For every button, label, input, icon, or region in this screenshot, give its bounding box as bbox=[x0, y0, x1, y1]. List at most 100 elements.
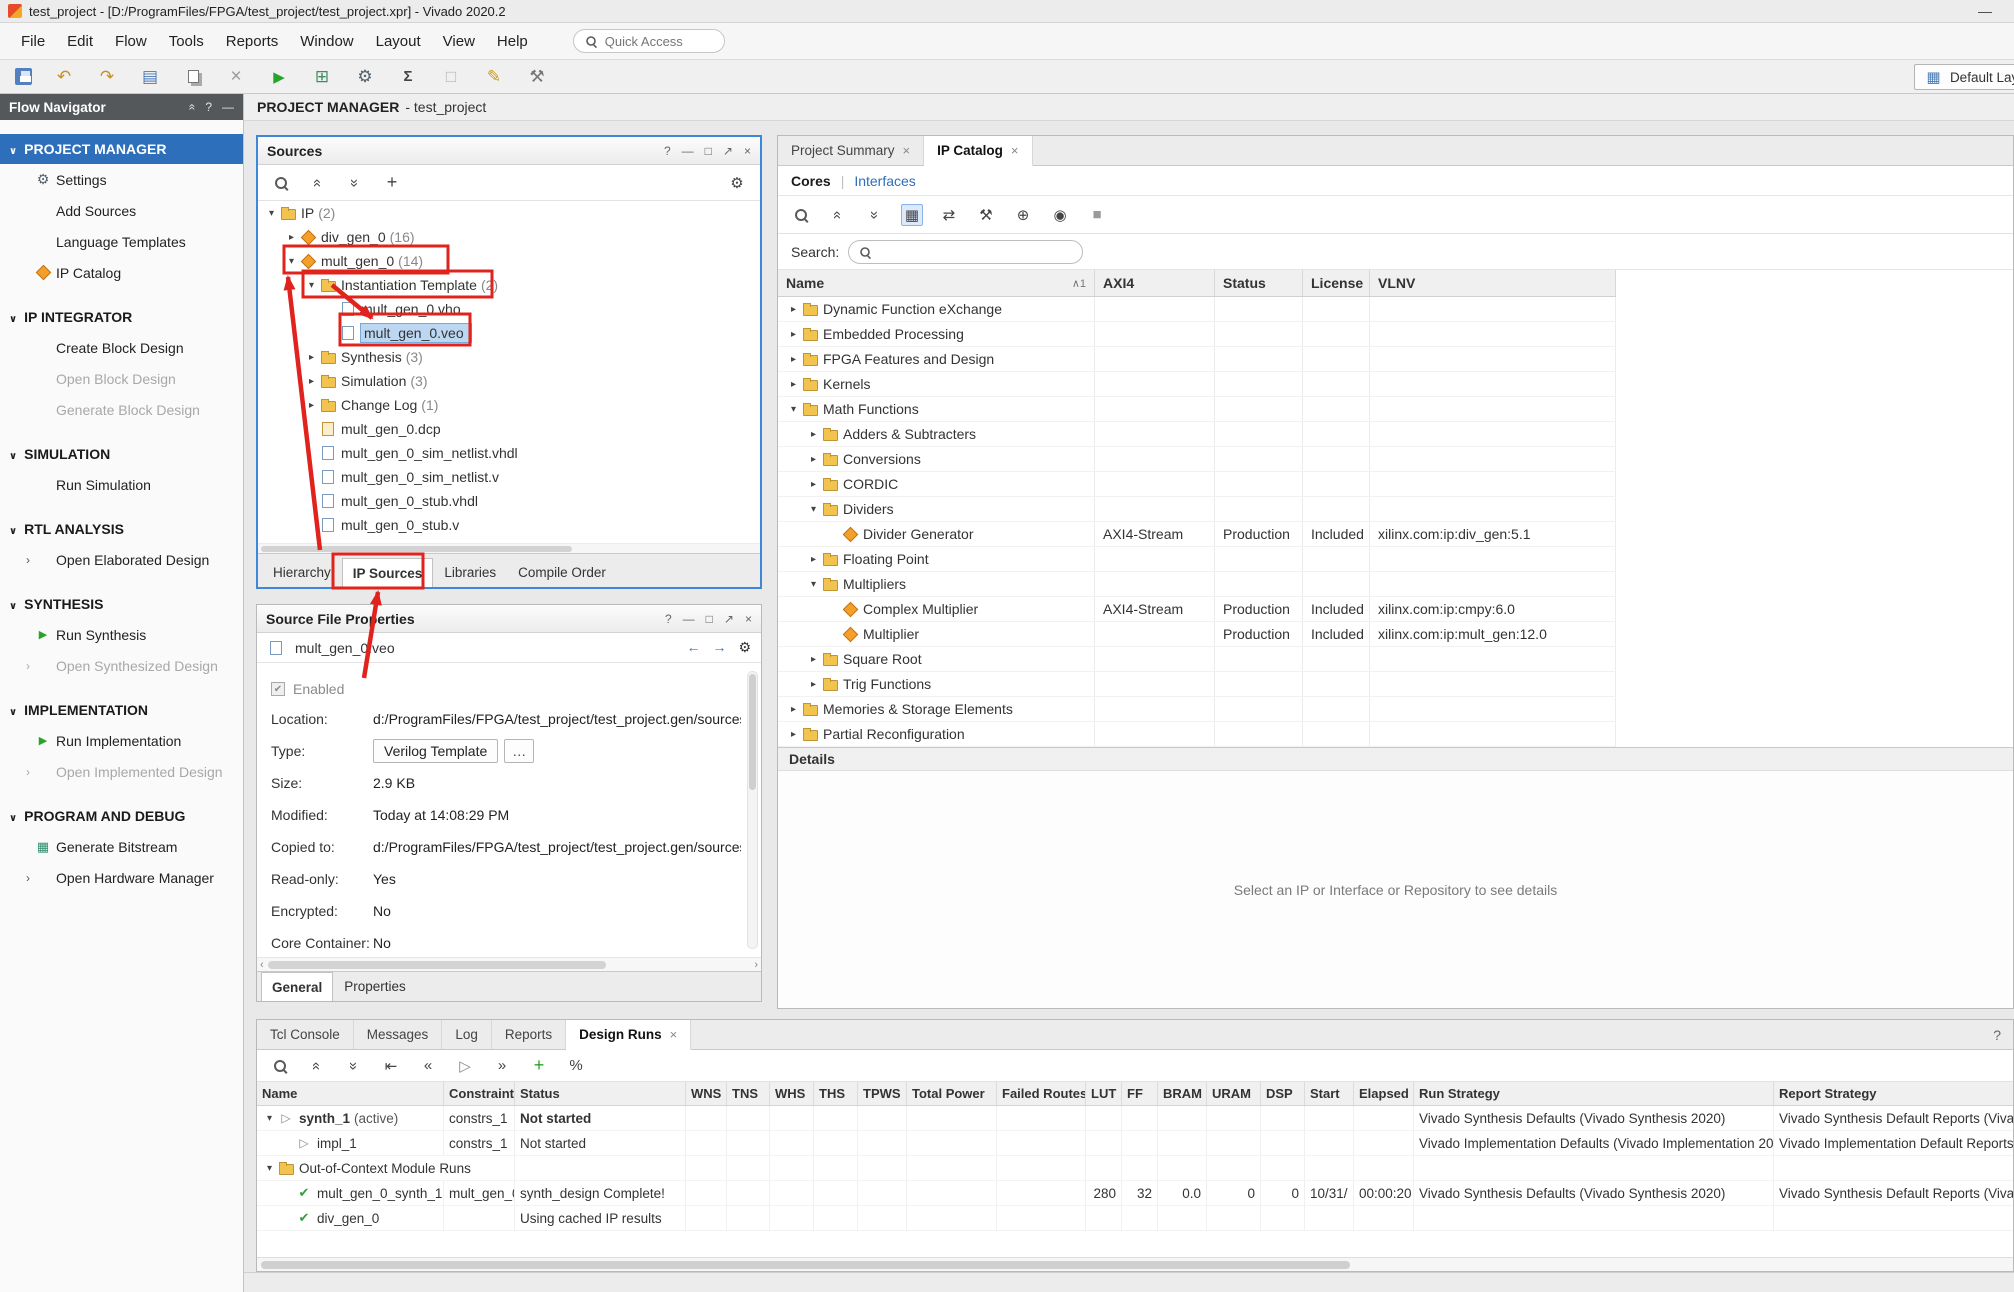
search-icon[interactable] bbox=[273, 175, 289, 191]
tree-expander-icon[interactable]: ▸ bbox=[786, 329, 801, 340]
bottom-tab[interactable]: Tcl Console bbox=[257, 1020, 354, 1049]
sources-settings-icon[interactable] bbox=[726, 172, 748, 194]
panel-help-icon[interactable] bbox=[665, 612, 672, 626]
source-tree-item[interactable]: ▸ Change Log(1) bbox=[258, 393, 760, 417]
delete-icon[interactable] bbox=[225, 66, 247, 88]
tree-expander-icon[interactable]: ▸ bbox=[806, 479, 821, 490]
column-header[interactable]: Constraints bbox=[444, 1082, 515, 1105]
ip-catalog-row[interactable]: Divider Generator AXI4-Stream Production… bbox=[778, 522, 1616, 547]
source-tree-item[interactable]: mult_gen_0_stub.v bbox=[258, 513, 760, 537]
tree-expander-icon[interactable]: ▾ bbox=[262, 1163, 277, 1174]
column-header[interactable]: THS bbox=[814, 1082, 858, 1105]
source-tree-item[interactable]: mult_gen_0_stub.vhdl bbox=[258, 489, 760, 513]
flow-nav-section-header[interactable]: PROJECT MANAGER bbox=[0, 134, 243, 164]
save-icon[interactable] bbox=[15, 68, 32, 85]
column-header-status[interactable]: Status bbox=[1215, 270, 1303, 296]
bottom-tab[interactable]: Messages bbox=[354, 1020, 443, 1049]
ip-catalog-row[interactable]: ▸ Adders & Subtracters bbox=[778, 422, 1616, 447]
column-header-license[interactable]: License bbox=[1303, 270, 1370, 296]
settings-gear-icon[interactable] bbox=[354, 66, 376, 88]
flow-nav-item[interactable]: Open Block Design bbox=[0, 363, 243, 394]
tree-expander-icon[interactable]: ▾ bbox=[284, 256, 299, 267]
minimize-navigator-icon[interactable] bbox=[222, 100, 234, 114]
launch-runs-icon[interactable] bbox=[454, 1055, 476, 1077]
report-icon[interactable] bbox=[139, 66, 161, 88]
source-tree-item[interactable]: ▾ Instantiation Template(2) bbox=[258, 273, 760, 297]
scroll-right-icon[interactable]: › bbox=[754, 959, 758, 971]
panel-close-icon[interactable] bbox=[745, 612, 752, 626]
column-header[interactable]: Failed Routes bbox=[997, 1082, 1086, 1105]
sources-view-tab[interactable]: Libraries bbox=[433, 558, 507, 587]
tree-expander-icon[interactable]: ▸ bbox=[304, 352, 319, 363]
search-icon[interactable] bbox=[793, 207, 809, 223]
tree-expander-icon[interactable]: ▸ bbox=[786, 379, 801, 390]
column-header[interactable]: Total Power bbox=[907, 1082, 997, 1105]
expand-all-icon[interactable] bbox=[344, 172, 366, 194]
close-tab-icon[interactable] bbox=[670, 1027, 678, 1042]
ip-catalog-row[interactable]: ▾ Math Functions bbox=[778, 397, 1616, 422]
collapse-all-icon[interactable] bbox=[307, 172, 329, 194]
panel-close-icon[interactable] bbox=[744, 144, 751, 158]
expand-all-icon[interactable] bbox=[864, 204, 886, 226]
source-tree-item[interactable]: ▸ Synthesis(3) bbox=[258, 345, 760, 369]
column-header[interactable]: Run Strategy bbox=[1414, 1082, 1774, 1105]
flow-nav-item[interactable]: Open Synthesized Design bbox=[0, 650, 243, 681]
bottom-tab[interactable]: Design Runs bbox=[566, 1020, 691, 1050]
scroll-left-icon[interactable]: ‹ bbox=[260, 959, 264, 971]
web-icon[interactable] bbox=[1012, 204, 1034, 226]
flow-nav-section-header[interactable]: RTL ANALYSIS bbox=[0, 514, 243, 544]
close-tab-icon[interactable] bbox=[1011, 143, 1019, 158]
tree-expander-icon[interactable]: ▾ bbox=[304, 280, 319, 291]
minimize-window-button[interactable] bbox=[1964, 3, 2006, 19]
collapse-all-icon[interactable] bbox=[306, 1055, 328, 1077]
ip-catalog-row[interactable]: ▸ Floating Point bbox=[778, 547, 1616, 572]
bottom-tab[interactable]: Log bbox=[442, 1020, 492, 1049]
column-header-name[interactable]: Name ∧1 bbox=[778, 270, 1095, 296]
catalog-search-input[interactable] bbox=[879, 244, 1074, 259]
column-header[interactable]: FF bbox=[1122, 1082, 1158, 1105]
tree-expander-icon[interactable]: ▸ bbox=[806, 654, 821, 665]
tree-expander-icon[interactable]: ▾ bbox=[262, 1113, 277, 1124]
column-header[interactable]: TPWS bbox=[858, 1082, 907, 1105]
column-header-vlnv[interactable]: VLNV bbox=[1370, 270, 1616, 296]
tree-expander-icon[interactable]: ▸ bbox=[806, 454, 821, 465]
properties-view-tab[interactable]: Properties bbox=[333, 972, 417, 1001]
column-header[interactable]: Name bbox=[257, 1082, 444, 1105]
flow-nav-item[interactable]: IP Catalog bbox=[0, 257, 243, 288]
default-layout-button[interactable]: Default Layout bbox=[1914, 64, 2014, 90]
license-status-icon[interactable] bbox=[1049, 204, 1071, 226]
previous-object-icon[interactable] bbox=[686, 639, 700, 656]
flow-nav-item[interactable]: Add Sources bbox=[0, 195, 243, 226]
scrollbar-thumb[interactable] bbox=[261, 546, 572, 552]
ip-settings-icon[interactable] bbox=[975, 204, 997, 226]
tree-expander-icon[interactable]: ▸ bbox=[806, 429, 821, 440]
flow-nav-item[interactable]: Create Block Design bbox=[0, 332, 243, 363]
design-run-row[interactable]: ▾ synth_1 (active) constrs_1 Not started bbox=[257, 1106, 2013, 1131]
ip-catalog-row[interactable]: ▸ Dynamic Function eXchange bbox=[778, 297, 1616, 322]
add-sources-icon[interactable] bbox=[381, 172, 403, 194]
properties-vertical-scrollbar[interactable] bbox=[747, 671, 758, 949]
flow-nav-section-header[interactable]: PROGRAM AND DEBUG bbox=[0, 801, 243, 831]
quick-access-search[interactable] bbox=[573, 29, 725, 53]
bottom-tab[interactable]: Reports bbox=[492, 1020, 566, 1049]
design-run-row[interactable]: impl_1 constrs_1 Not started V bbox=[257, 1131, 2013, 1156]
ip-catalog-row[interactable]: ▸ FPGA Features and Design bbox=[778, 347, 1616, 372]
column-header[interactable]: LUT bbox=[1086, 1082, 1122, 1105]
ip-catalog-row[interactable]: ▸ Square Root bbox=[778, 647, 1616, 672]
column-header[interactable]: Report Strategy bbox=[1774, 1082, 2013, 1105]
column-header[interactable]: Elapsed bbox=[1354, 1082, 1414, 1105]
tree-expander-icon[interactable]: ▸ bbox=[284, 232, 299, 243]
collapse-all-icon[interactable] bbox=[827, 204, 849, 226]
panel-minimize-icon[interactable] bbox=[682, 144, 694, 158]
flow-nav-section-header[interactable]: IP INTEGRATOR bbox=[0, 302, 243, 332]
flow-nav-item[interactable]: Language Templates bbox=[0, 226, 243, 257]
interfaces-subtab[interactable]: Interfaces bbox=[854, 173, 915, 189]
flow-nav-item[interactable]: Run Synthesis bbox=[0, 619, 243, 650]
tree-expander-icon[interactable]: ▸ bbox=[786, 304, 801, 315]
design-run-row[interactable]: mult_gen_0_synth_1 mult_gen_0 synth_desi… bbox=[257, 1181, 2013, 1206]
search-icon[interactable] bbox=[272, 1058, 288, 1074]
flow-nav-item[interactable]: Settings bbox=[0, 164, 243, 195]
expand-all-icon[interactable] bbox=[343, 1055, 365, 1077]
runs-horizontal-scrollbar[interactable] bbox=[257, 1257, 2013, 1271]
tree-expander-icon[interactable]: ▾ bbox=[806, 579, 821, 590]
